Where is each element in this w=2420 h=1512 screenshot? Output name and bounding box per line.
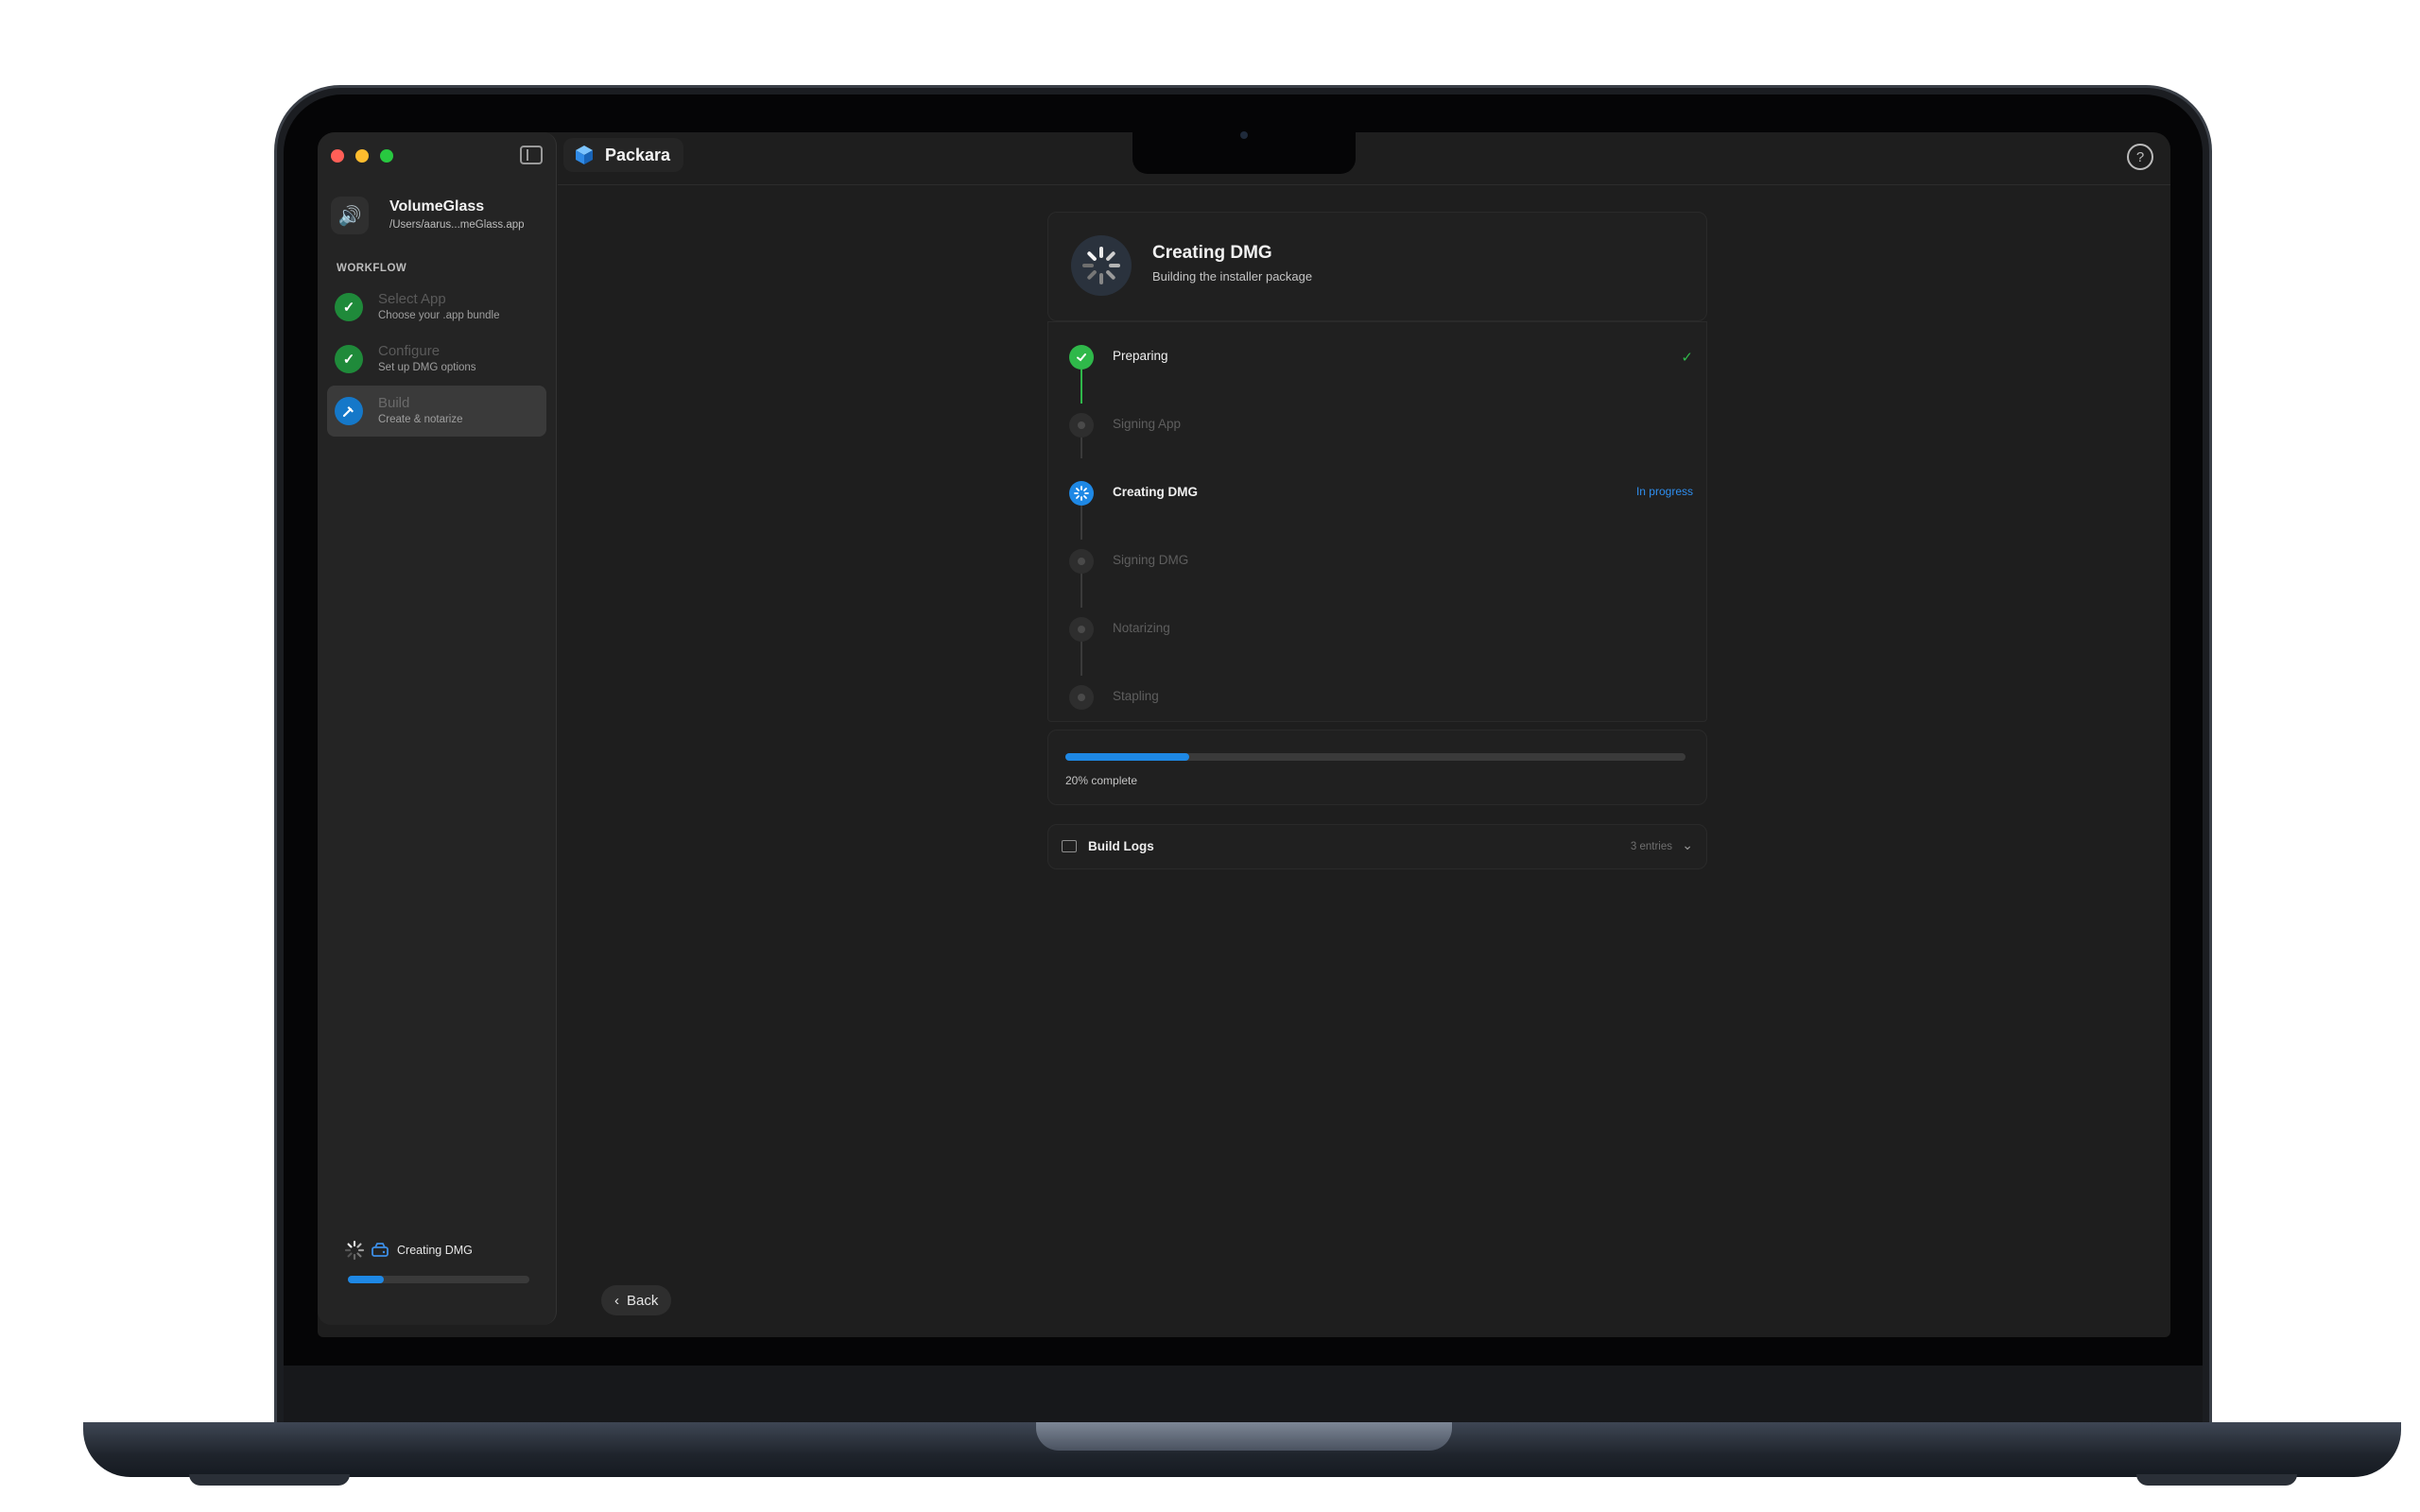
step-label: Signing DMG [1113,553,1189,567]
overall-progress: 20% complete [1047,730,1707,805]
chevron-down-icon: ⌄ [1682,837,1693,852]
step-subtitle: Create & notarize [378,414,463,425]
progress-bar [1065,753,1685,761]
sidebar: 🔊 VolumeGlass /Users/aarus...meGlass.app… [318,132,557,1325]
terminal-icon [1062,840,1077,852]
sidebar-step-configure[interactable]: ✓ Configure Set up DMG options [327,334,546,385]
build-step-notarizing: Notarizing [1069,613,1693,651]
laptop-chin [284,1366,2203,1424]
checkmark-icon: ✓ [335,345,363,373]
checkmark-icon: ✓ [335,293,363,321]
pending-dot-icon [1069,685,1094,710]
build-header: Creating DMG Building the installer pack… [1047,212,1707,321]
sidebar-step-select-app[interactable]: ✓ Select App Choose your .app bundle [327,282,546,333]
step-label: Creating DMG [1113,485,1199,499]
step-label: Notarizing [1113,621,1170,635]
app-name: VolumeGlass [389,198,485,215]
build-logs-count: 3 entries [1630,841,1672,852]
build-step-preparing: Preparing ✓ [1069,341,1693,379]
step-title: Build [378,395,410,411]
laptop-foot-left [189,1474,350,1486]
chevron-left-icon: ‹ [614,1292,619,1309]
step-status: In progress [1635,485,1693,498]
spinner-icon [344,1240,365,1261]
step-label: Preparing [1113,349,1168,363]
step-label: Signing App [1113,417,1182,431]
build-step-signing-app: Signing App [1069,409,1693,447]
camera-icon [1240,131,1248,139]
sidebar-build-status: Creating DMG [344,1240,533,1297]
build-step-creating-dmg: Creating DMG In progress [1069,477,1693,515]
build-header-subtitle: Building the installer package [1152,269,1313,284]
app-window: 🔊 VolumeGlass /Users/aarus...meGlass.app… [318,132,2170,1337]
build-step-signing-dmg: Signing DMG [1069,545,1693,583]
selected-app-card: 🔊 VolumeGlass /Users/aarus...meGlass.app [331,197,546,240]
close-window-button[interactable] [331,149,344,163]
pending-dot-icon [1069,413,1094,438]
disk-icon [372,1243,389,1257]
progress-fill [1065,753,1190,761]
build-status-label: Creating DMG [397,1244,473,1257]
progress-label: 20% complete [1065,774,1138,787]
build-logs-disclosure[interactable]: Build Logs 3 entries ⌄ [1047,824,1707,869]
build-step-stapling: Stapling [1069,681,1693,719]
app-title: Packara [605,145,671,164]
checkmark-icon [1069,345,1094,369]
build-logs-title: Build Logs [1088,839,1154,853]
step-subtitle: Set up DMG options [378,362,476,373]
minimize-window-button[interactable] [355,149,369,163]
step-subtitle: Choose your .app bundle [378,310,500,321]
zoom-window-button[interactable] [380,149,393,163]
toolbar: Packara ? [558,132,2170,185]
spinner-icon [1071,235,1132,296]
spinner-icon [1069,481,1094,506]
step-done-checkmark-icon: ✓ [1681,350,1693,366]
sidebar-progress-bar [348,1276,529,1283]
speaker-icon: 🔊 [331,197,369,234]
question-icon: ? [2135,148,2145,165]
step-label: Stapling [1113,689,1159,703]
build-steps-list: Preparing ✓ Signing App Creating DMG In … [1047,321,1707,722]
pending-dot-icon [1069,617,1094,642]
help-button[interactable]: ? [2127,144,2153,170]
back-button-label: Back [627,1292,659,1309]
pending-dot-icon [1069,549,1094,574]
step-title: Configure [378,343,441,359]
hammer-icon [335,397,363,425]
window-title: Packara [563,138,684,172]
laptop-opening-notch [1036,1422,1452,1451]
step-title: Select App [378,291,446,307]
build-header-title: Creating DMG [1152,243,1272,263]
sidebar-step-build[interactable]: Build Create & notarize [327,386,546,437]
sidebar-progress-fill [348,1276,385,1283]
back-button[interactable]: ‹ Back [601,1285,672,1315]
workflow-section-label: WORKFLOW [337,263,407,274]
app-path: /Users/aarus...meGlass.app [389,219,525,231]
package-icon [576,146,593,164]
sidebar-toggle-icon[interactable] [520,146,543,164]
laptop-foot-right [2136,1474,2297,1486]
